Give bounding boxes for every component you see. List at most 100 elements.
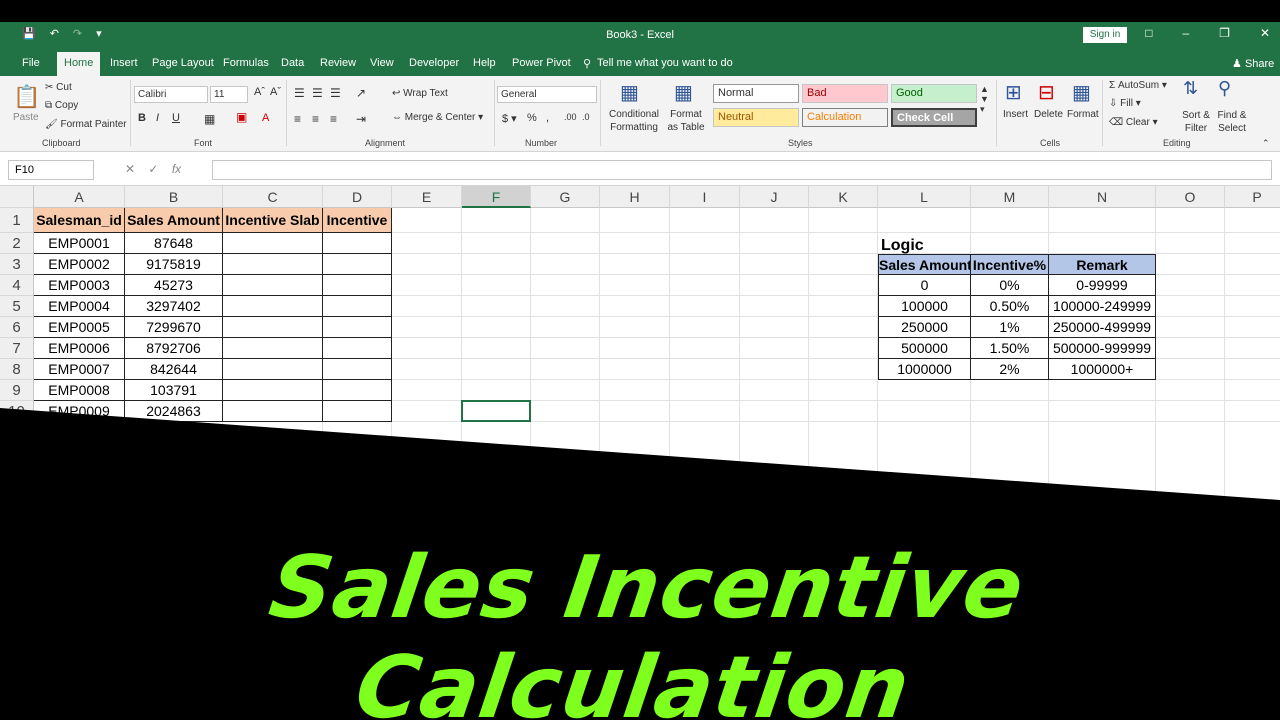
style-bad[interactable]: Bad <box>802 84 888 103</box>
table-cell[interactable] <box>323 233 392 254</box>
column-header[interactable]: G <box>531 186 600 208</box>
table-cell[interactable]: EMP0007 <box>34 359 125 380</box>
logic-header-cell[interactable]: Sales Amount <box>878 254 971 275</box>
align-middle-icon[interactable]: ☰ <box>312 86 323 100</box>
logic-cell[interactable]: 1.50% <box>971 338 1049 359</box>
row-header[interactable]: 1 <box>0 208 34 233</box>
row-header[interactable]: 5 <box>0 296 34 317</box>
column-header[interactable]: I <box>670 186 740 208</box>
table-cell[interactable]: 9175819 <box>125 254 223 275</box>
table-header-cell[interactable]: Incentive <box>323 208 392 233</box>
tab-power-pivot[interactable]: Power Pivot <box>512 57 571 69</box>
increase-decimal-icon[interactable]: .00 <box>564 112 577 122</box>
collapse-ribbon-icon[interactable]: ⌃ <box>1262 138 1270 149</box>
table-cell[interactable] <box>323 380 392 401</box>
logic-cell[interactable]: 2% <box>971 359 1049 380</box>
table-cell[interactable]: EMP0004 <box>34 296 125 317</box>
paste-icon[interactable]: 📋 <box>13 84 40 110</box>
column-header[interactable]: L <box>878 186 971 208</box>
fill-color-icon[interactable]: ▣ <box>236 110 247 124</box>
table-cell[interactable]: EMP0001 <box>34 233 125 254</box>
style-normal[interactable]: Normal <box>713 84 799 103</box>
column-header[interactable]: N <box>1049 186 1156 208</box>
cut-button[interactable]: ✂ Cut <box>45 82 72 93</box>
enter-icon[interactable]: ✓ <box>148 162 158 176</box>
comma-icon[interactable]: , <box>546 112 549 124</box>
table-cell[interactable] <box>323 254 392 275</box>
tab-review[interactable]: Review <box>320 57 356 69</box>
column-header[interactable]: D <box>323 186 392 208</box>
restore-icon[interactable]: ❐ <box>1219 26 1230 40</box>
table-cell[interactable] <box>223 338 323 359</box>
wrap-text-button[interactable]: ↩ Wrap Text <box>392 88 448 99</box>
table-cell[interactable]: 87648 <box>125 233 223 254</box>
format-painter-button[interactable]: 🖌 Format Painter <box>45 119 127 130</box>
font-name-combo[interactable]: Calibri <box>134 86 208 103</box>
styles-scroll-icon[interactable]: ▲ ▼ ▾ <box>980 84 989 115</box>
grow-font-icon[interactable]: Aˆ <box>254 86 265 98</box>
currency-icon[interactable]: $ ▾ <box>502 112 517 125</box>
row-header[interactable]: 8 <box>0 359 34 380</box>
tab-home[interactable]: Home <box>57 52 101 76</box>
table-cell[interactable]: EMP0008 <box>34 380 125 401</box>
insert-function-icon[interactable]: fx <box>172 162 181 176</box>
delete-cells-icon[interactable]: ⊟ <box>1038 80 1055 105</box>
insert-cells-icon[interactable]: ⊞ <box>1005 80 1022 105</box>
selected-cell[interactable] <box>461 400 531 422</box>
logic-cell[interactable]: 0 <box>878 275 971 296</box>
tab-developer[interactable]: Developer <box>409 57 459 69</box>
conditional-formatting-button[interactable]: Conditional Formatting <box>606 108 662 134</box>
minimize-icon[interactable]: – <box>1182 26 1189 40</box>
column-header[interactable]: C <box>223 186 323 208</box>
autosum-button[interactable]: Σ AutoSum ▾ <box>1109 80 1167 91</box>
style-calculation[interactable]: Calculation <box>802 108 888 127</box>
logic-cell[interactable]: 0-99999 <box>1049 275 1156 296</box>
formula-input[interactable] <box>212 160 1272 180</box>
percent-icon[interactable]: % <box>527 112 537 124</box>
select-all-corner[interactable] <box>0 186 34 208</box>
copy-button[interactable]: ⧉ Copy <box>45 100 78 111</box>
style-good[interactable]: Good <box>891 84 977 103</box>
tell-me-search[interactable]: Tell me what you want to do <box>597 57 733 69</box>
share-button[interactable]: ♟ Share <box>1232 57 1274 70</box>
column-header[interactable]: K <box>809 186 878 208</box>
logic-cell[interactable]: 500000 <box>878 338 971 359</box>
column-header[interactable]: B <box>125 186 223 208</box>
tab-formulas[interactable]: Formulas <box>223 57 269 69</box>
row-header[interactable]: 6 <box>0 317 34 338</box>
table-cell[interactable] <box>223 380 323 401</box>
row-header[interactable]: 9 <box>0 380 34 401</box>
sort-filter-button[interactable]: Sort & Filter <box>1178 109 1214 135</box>
table-cell[interactable] <box>323 275 392 296</box>
format-as-table-icon[interactable]: ▦ <box>674 80 693 105</box>
logic-cell[interactable]: 1% <box>971 317 1049 338</box>
shrink-font-icon[interactable]: Aˇ <box>270 86 281 98</box>
row-header[interactable]: 4 <box>0 275 34 296</box>
table-cell[interactable]: 103791 <box>125 380 223 401</box>
column-header[interactable]: H <box>600 186 670 208</box>
find-select-button[interactable]: Find & Select <box>1212 109 1252 135</box>
merge-center-button[interactable]: ⇔ Merge & Center ▾ <box>392 112 483 123</box>
table-cell[interactable]: 2024863 <box>125 401 223 422</box>
align-left-icon[interactable]: ≡ <box>294 112 301 126</box>
font-size-combo[interactable]: 11 <box>210 86 248 103</box>
indent-icon[interactable]: ⇥ <box>356 112 366 126</box>
table-cell[interactable] <box>223 233 323 254</box>
borders-icon[interactable]: ▦ <box>204 112 215 126</box>
tab-page-layout[interactable]: Page Layout <box>152 57 214 69</box>
table-cell[interactable]: 7299670 <box>125 317 223 338</box>
logic-cell[interactable]: 1000000+ <box>1049 359 1156 380</box>
align-right-icon[interactable]: ≡ <box>330 112 337 126</box>
row-header[interactable]: 3 <box>0 254 34 275</box>
column-header[interactable]: A <box>34 186 125 208</box>
row-header[interactable]: 10 <box>0 401 34 422</box>
row-header[interactable]: 7 <box>0 338 34 359</box>
column-header[interactable]: F <box>462 186 531 208</box>
tab-insert[interactable]: Insert <box>110 57 138 69</box>
table-cell[interactable]: 3297402 <box>125 296 223 317</box>
logic-cell[interactable]: 100000 <box>878 296 971 317</box>
format-cells-icon[interactable]: ▦ <box>1072 80 1091 105</box>
table-cell[interactable] <box>323 317 392 338</box>
table-cell[interactable]: EMP0005 <box>34 317 125 338</box>
column-header[interactable]: O <box>1156 186 1225 208</box>
